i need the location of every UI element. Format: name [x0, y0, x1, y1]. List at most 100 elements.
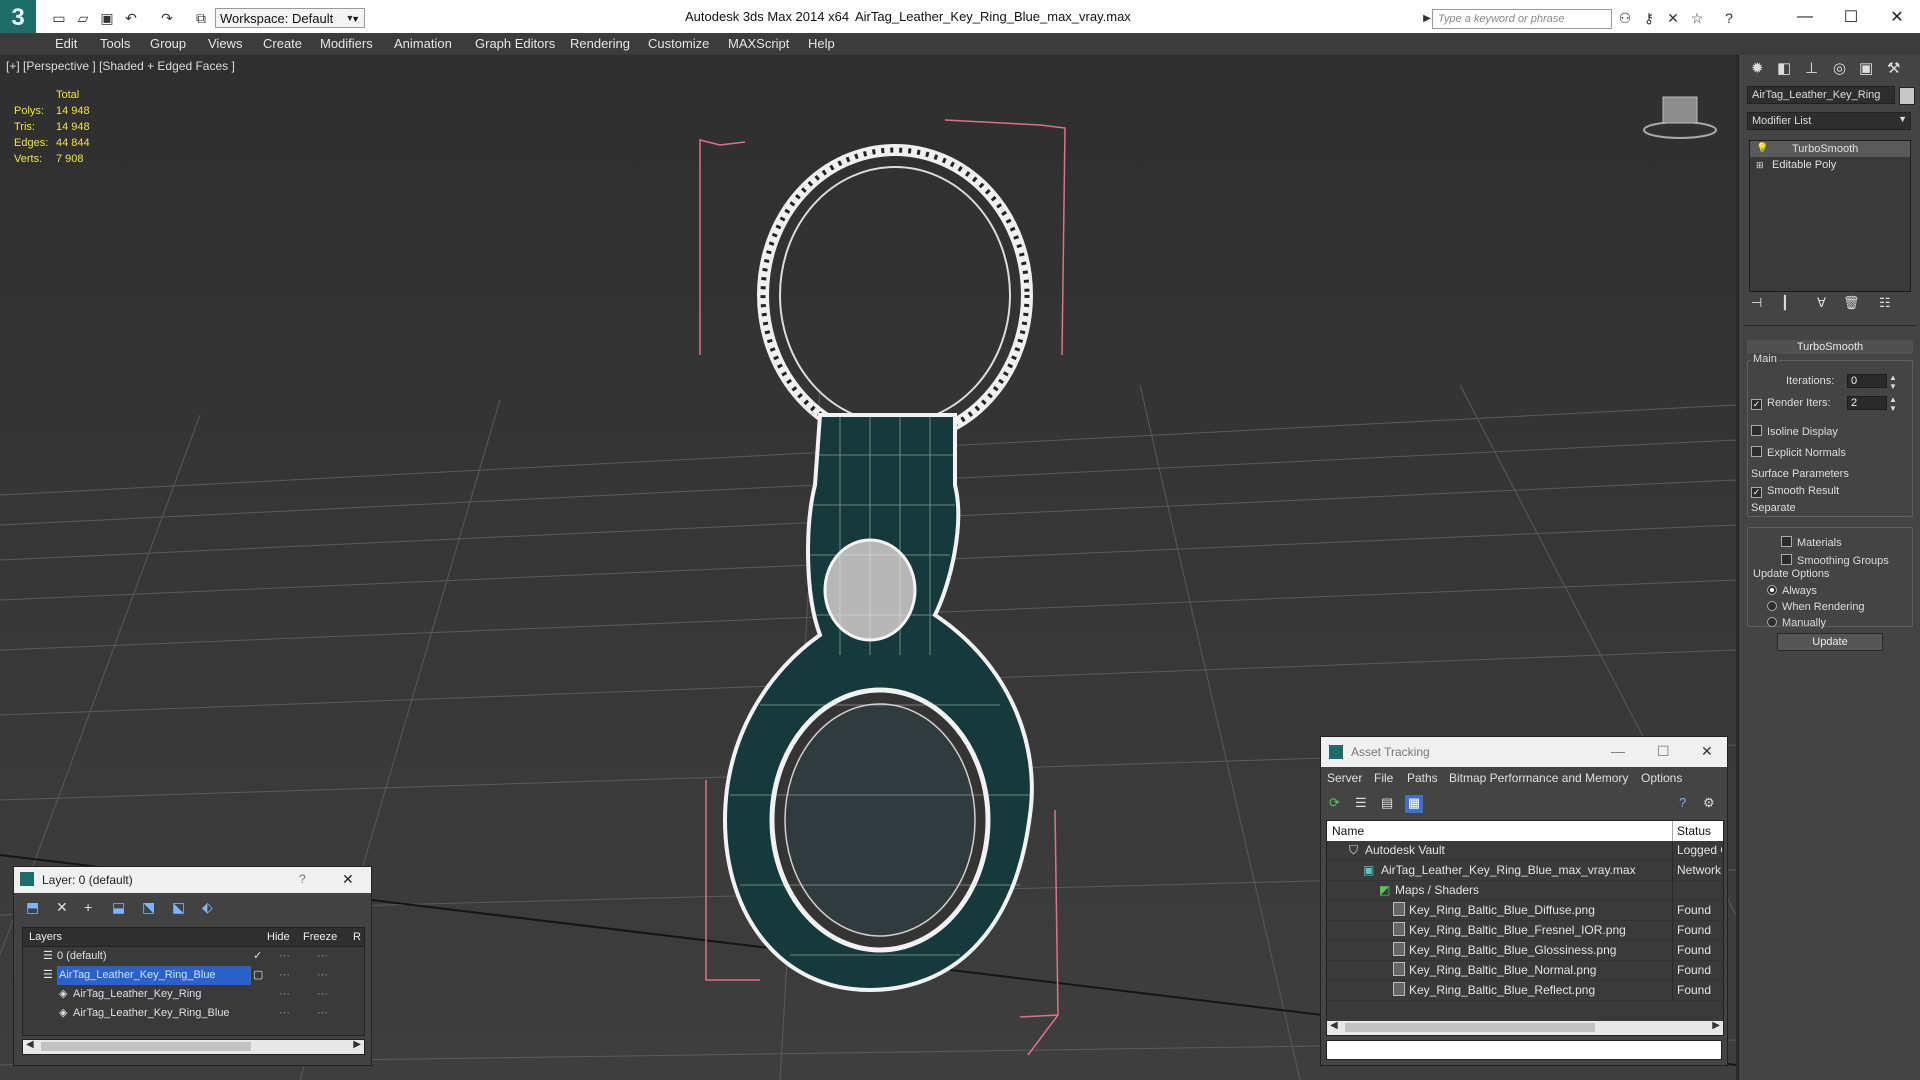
select-objects-icon[interactable]: ⬓ — [112, 899, 125, 916]
menu-help[interactable]: Help — [808, 36, 835, 51]
manually-radio[interactable] — [1767, 617, 1777, 627]
freeze-toggle[interactable]: ⋯ — [317, 966, 328, 985]
materials-checkbox[interactable] — [1781, 536, 1792, 547]
create-tab-icon[interactable]: ✹ — [1751, 59, 1764, 77]
layer-window-titlebar[interactable]: Layer: 0 (default) ? ✕ — [14, 867, 371, 893]
scroll-right-icon[interactable]: ▶ — [353, 1039, 361, 1050]
freeze-all-icon[interactable]: ⬖ — [202, 899, 213, 916]
maximize-icon[interactable]: ☐ — [1836, 5, 1866, 29]
detail-view-icon[interactable]: ▤ — [1381, 795, 1393, 811]
freeze-toggle[interactable]: ⋯ — [317, 947, 328, 966]
menu-edit[interactable]: Edit — [55, 36, 77, 51]
tools-icon[interactable]: ✕ — [1664, 9, 1682, 27]
asset-path-field[interactable] — [1326, 1040, 1722, 1060]
layer-row[interactable]: ◈ AirTag_Leather_Key_Ring ⋯ ⋯ — [23, 985, 364, 1004]
spinner-arrows-icon[interactable]: ▲ ▼ — [1889, 373, 1897, 391]
checkmark-icon[interactable]: ✓ — [253, 947, 262, 966]
viewport-label[interactable]: [+] [Perspective ] [Shaded + Edged Faces… — [6, 59, 235, 73]
utilities-tab-icon[interactable]: ⚒ — [1887, 59, 1900, 77]
workspace-dropdown[interactable]: Workspace: Default ▼ — [215, 8, 365, 28]
list-view-icon[interactable]: ☰ — [1355, 795, 1367, 811]
asset-tracking-titlebar[interactable]: Asset Tracking — ☐ ✕ — [1321, 737, 1727, 767]
minimize-icon[interactable]: — — [1790, 5, 1820, 29]
table-view-icon[interactable]: ▦ — [1405, 795, 1423, 813]
smooth-result-checkbox[interactable]: ✓ — [1751, 487, 1762, 498]
project-folder-icon[interactable]: ⧉ — [192, 9, 210, 27]
maximize-icon[interactable]: ☐ — [1657, 743, 1670, 760]
iterations-spinner[interactable]: 0 — [1847, 374, 1887, 388]
close-icon[interactable]: ✕ — [1882, 5, 1912, 29]
menu-paths[interactable]: Paths — [1407, 771, 1438, 785]
col-freeze[interactable]: Freeze — [303, 928, 337, 946]
menu-group[interactable]: Group — [150, 36, 186, 51]
app-logo-icon[interactable]: 3 — [0, 0, 36, 36]
table-row[interactable]: ◩ Maps / Shaders — [1327, 881, 1723, 901]
make-unique-icon[interactable]: ∀ — [1817, 295, 1826, 311]
modify-tab-icon[interactable]: ◧ — [1777, 59, 1791, 77]
col-render[interactable]: R — [353, 928, 361, 946]
table-row[interactable]: ⛉ Autodesk Vault Logged O — [1327, 841, 1723, 861]
isoline-display-checkbox[interactable] — [1751, 425, 1762, 436]
col-status[interactable]: Status — [1672, 821, 1711, 841]
stack-item-editable-poly[interactable]: ⊞ Editable Poly — [1750, 157, 1910, 173]
open-file-icon[interactable]: ▱ — [74, 9, 92, 27]
key-icon[interactable]: ⚷ — [1640, 9, 1658, 27]
undo-icon[interactable]: ↶ — [122, 9, 140, 27]
table-row[interactable]: Key_Ring_Baltic_Blue_Fresnel_IOR.png Fou… — [1327, 921, 1723, 941]
hide-toggle[interactable]: ⋯ — [279, 985, 290, 1004]
menu-tools[interactable]: Tools — [100, 36, 130, 51]
motion-tab-icon[interactable]: ◎ — [1833, 59, 1846, 77]
close-icon[interactable]: ✕ — [1701, 743, 1713, 760]
search-input[interactable]: Type a keyword or phrase — [1432, 9, 1612, 29]
menu-animation[interactable]: Animation — [394, 36, 452, 51]
close-icon[interactable]: ✕ — [342, 871, 354, 888]
menu-options[interactable]: Options — [1641, 771, 1682, 785]
object-name-field[interactable]: AirTag_Leather_Key_Ring — [1747, 86, 1895, 104]
scroll-left-icon[interactable]: ◀ — [1330, 1020, 1338, 1031]
spinner-arrows-icon[interactable]: ▲ ▼ — [1889, 395, 1897, 413]
explicit-normals-checkbox[interactable] — [1751, 446, 1762, 457]
hide-toggle[interactable]: ⋯ — [279, 966, 290, 985]
highlight-layer-icon[interactable]: ⬔ — [142, 899, 155, 916]
table-row[interactable]: Key_Ring_Baltic_Blue_Reflect.png Found — [1327, 981, 1723, 1001]
hide-toggle[interactable]: ⋯ — [279, 1004, 290, 1023]
menu-create[interactable]: Create — [263, 36, 302, 51]
scroll-left-icon[interactable]: ◀ — [26, 1039, 34, 1050]
add-to-layer-icon[interactable]: + — [84, 899, 92, 915]
layer-row[interactable]: ◈ AirTag_Leather_Key_Ring_Blue ⋯ ⋯ — [23, 1004, 364, 1023]
refresh-icon[interactable]: ⟳ — [1329, 795, 1340, 811]
expand-plus-icon[interactable]: ⊞ — [1756, 157, 1764, 173]
vault-settings-icon[interactable]: ⚙ — [1703, 795, 1715, 811]
col-name[interactable]: Name — [1332, 821, 1364, 841]
save-file-icon[interactable]: ▣ — [98, 9, 116, 27]
star-icon[interactable]: ☆ — [1688, 9, 1706, 27]
new-layer-icon[interactable]: ⬒ — [26, 899, 39, 916]
scroll-right-icon[interactable]: ▶ — [1712, 1020, 1720, 1031]
show-end-result-icon[interactable]: ┃ — [1781, 295, 1789, 311]
table-row[interactable]: ▣ AirTag_Leather_Key_Ring_Blue_max_vray.… — [1327, 861, 1723, 881]
menu-file[interactable]: File — [1374, 771, 1393, 785]
binoculars-icon[interactable]: ⚇ — [1616, 9, 1634, 27]
menu-maxscript[interactable]: MAXScript — [728, 36, 789, 51]
table-row[interactable]: Key_Ring_Baltic_Blue_Normal.png Found — [1327, 961, 1723, 981]
stack-item-turbosmooth[interactable]: 💡 TurboSmooth — [1750, 141, 1910, 157]
menu-modifiers[interactable]: Modifiers — [320, 36, 373, 51]
render-iters-spinner[interactable]: 2 — [1847, 396, 1887, 410]
redo-icon[interactable]: ↷ — [158, 9, 176, 27]
table-row[interactable]: Key_Ring_Baltic_Blue_Glossiness.png Foun… — [1327, 941, 1723, 961]
always-radio[interactable] — [1767, 585, 1777, 595]
workspace-arrow-icon[interactable]: ▼ — [344, 9, 356, 27]
delete-layer-icon[interactable]: ✕ — [56, 899, 68, 916]
help-icon[interactable]: ? — [1679, 795, 1686, 810]
layer-row[interactable]: ☰ AirTag_Leather_Key_Ring_Blue ▢ ⋯ ⋯ — [23, 966, 364, 985]
active-layer-icon[interactable]: ▢ — [253, 966, 263, 985]
smoothing-groups-checkbox[interactable] — [1781, 554, 1792, 565]
layer-row[interactable]: ☰ 0 (default) ✓ ⋯ ⋯ — [23, 947, 364, 966]
lightbulb-icon[interactable]: 💡 — [1756, 141, 1768, 157]
col-layers[interactable]: Layers — [29, 928, 62, 946]
scroll-thumb[interactable] — [41, 1042, 251, 1051]
asset-horizontal-scrollbar[interactable]: ◀ ▶ — [1327, 1020, 1723, 1035]
update-button[interactable]: Update — [1777, 633, 1883, 651]
menu-server[interactable]: Server — [1327, 771, 1362, 785]
help-icon[interactable]: ? — [1720, 9, 1738, 27]
